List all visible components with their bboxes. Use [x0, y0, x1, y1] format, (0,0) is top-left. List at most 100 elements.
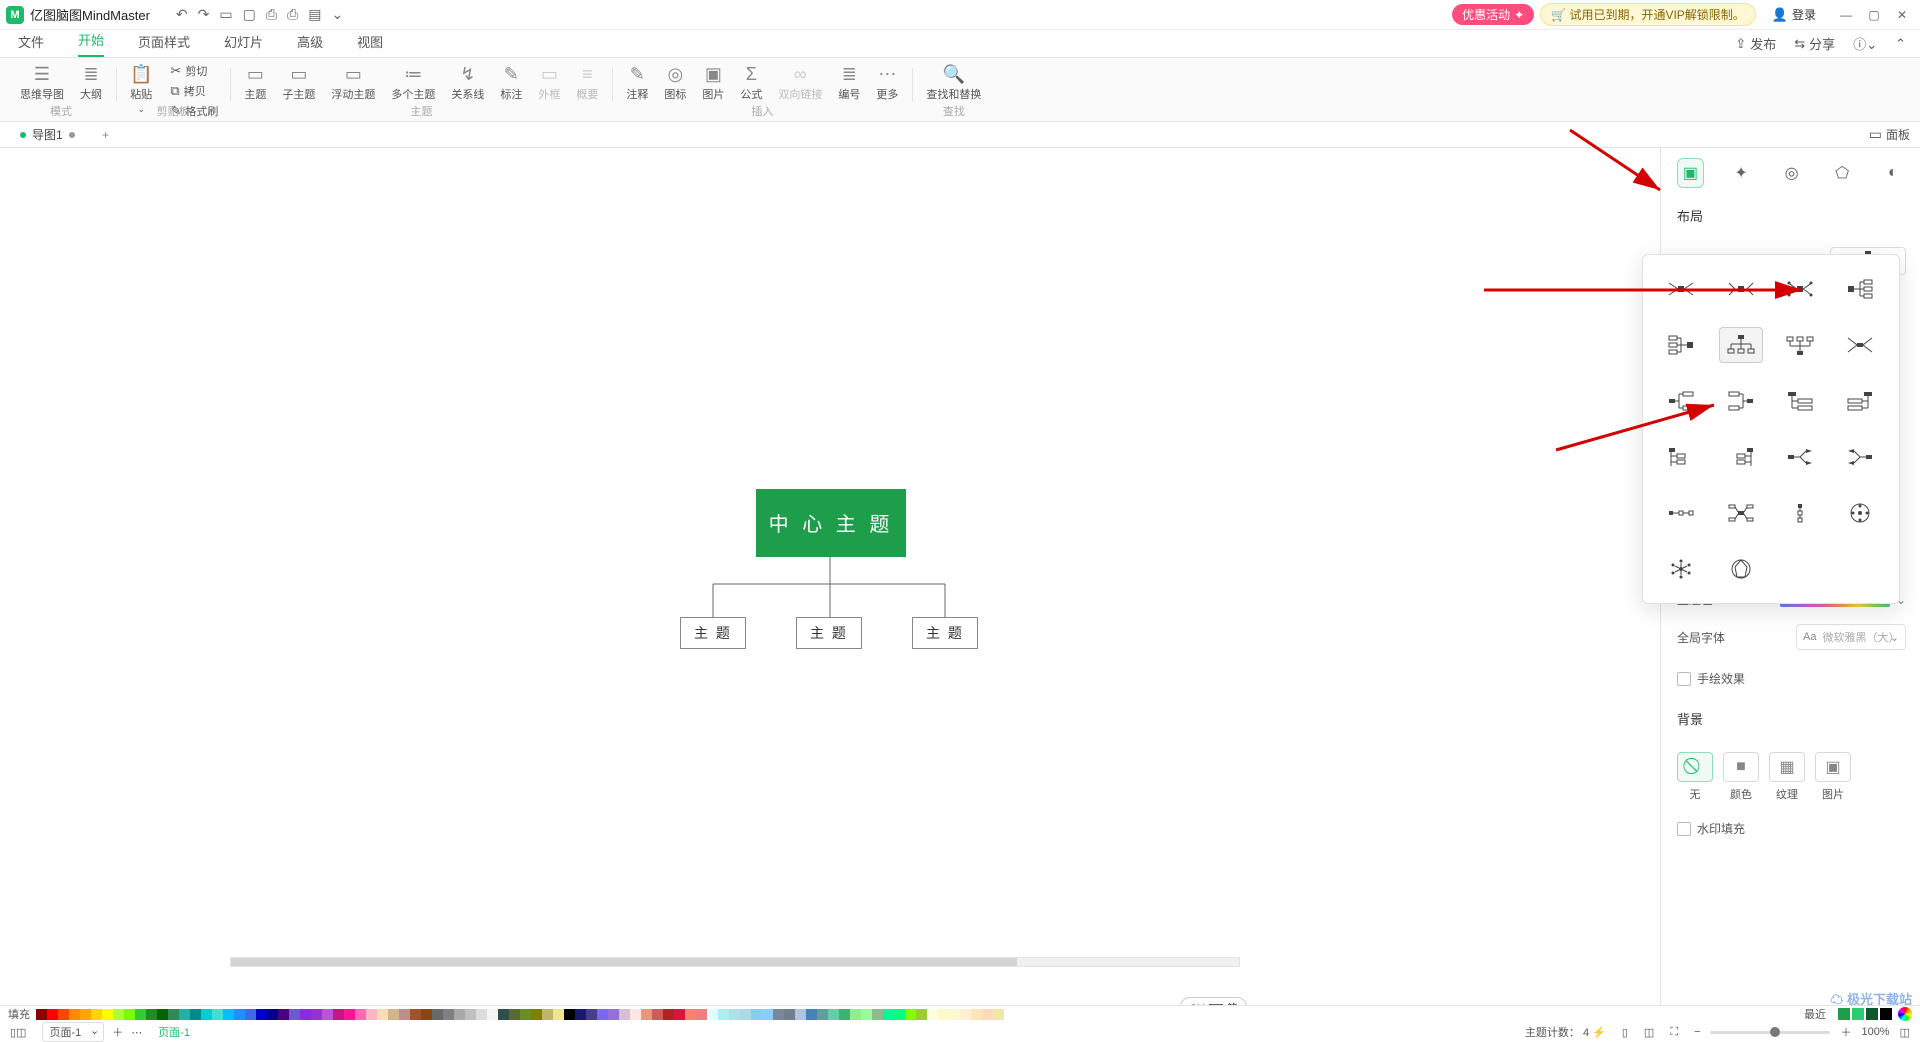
- swatch[interactable]: [850, 1009, 861, 1020]
- swatch[interactable]: [663, 1009, 674, 1020]
- promo-badge[interactable]: 优惠活动: [1452, 4, 1534, 25]
- swatch[interactable]: [421, 1009, 432, 1020]
- layout-option-18[interactable]: [1778, 495, 1822, 531]
- handdrawn-row[interactable]: 手绘效果: [1677, 670, 1906, 687]
- ribbon-图标[interactable]: ◎图标: [656, 62, 694, 104]
- swatch[interactable]: [47, 1009, 58, 1020]
- swatch[interactable]: [135, 1009, 146, 1020]
- page-more-icon[interactable]: ⋯: [131, 1026, 142, 1039]
- swatch[interactable]: [553, 1009, 564, 1020]
- swatch[interactable]: [36, 1009, 47, 1020]
- ribbon-大纲[interactable]: ≣大纲: [72, 62, 110, 104]
- layout-option-20[interactable]: [1659, 551, 1703, 587]
- save-icon[interactable]: ⎙: [266, 6, 277, 23]
- new-icon[interactable]: ▭: [219, 6, 232, 23]
- swatch[interactable]: [685, 1009, 696, 1020]
- swatch[interactable]: [531, 1009, 542, 1020]
- panel-toggle[interactable]: 面板: [1869, 126, 1910, 143]
- swatch[interactable]: [344, 1009, 355, 1020]
- swatch[interactable]: [278, 1009, 289, 1020]
- swatch[interactable]: [795, 1009, 806, 1020]
- ribbon-编号[interactable]: ≣编号: [830, 62, 868, 104]
- zoom-out-icon[interactable]: −: [1694, 1026, 1700, 1038]
- bg-option-颜色[interactable]: ■颜色: [1723, 752, 1759, 802]
- layout-option-14[interactable]: [1778, 439, 1822, 475]
- swatch[interactable]: [806, 1009, 817, 1020]
- swatch[interactable]: [80, 1009, 91, 1020]
- swatch[interactable]: [729, 1009, 740, 1020]
- recent-swatch[interactable]: [1852, 1008, 1864, 1020]
- swatch[interactable]: [861, 1009, 872, 1020]
- swatch[interactable]: [410, 1009, 421, 1020]
- swatch[interactable]: [289, 1009, 300, 1020]
- bg-option-无[interactable]: ⃠无: [1677, 752, 1713, 802]
- menu-pagestyle[interactable]: 页面样式: [138, 32, 190, 57]
- swatch[interactable]: [157, 1009, 168, 1020]
- layout-option-11[interactable]: [1838, 383, 1882, 419]
- swatch[interactable]: [432, 1009, 443, 1020]
- ribbon-子主题[interactable]: ▭子主题: [274, 62, 323, 104]
- layout-option-8[interactable]: [1659, 383, 1703, 419]
- swatch[interactable]: [586, 1009, 597, 1020]
- swatch[interactable]: [773, 1009, 784, 1020]
- swatch[interactable]: [542, 1009, 553, 1020]
- swatch[interactable]: [872, 1009, 883, 1020]
- swatch[interactable]: [905, 1009, 916, 1020]
- swatch[interactable]: [696, 1009, 707, 1020]
- hscroll-thumb[interactable]: [231, 958, 1017, 966]
- page-selector[interactable]: 页面-1 ＋ ⋯: [42, 1022, 142, 1042]
- swatch[interactable]: [58, 1009, 69, 1020]
- bg-option-纹理[interactable]: ▦纹理: [1769, 752, 1805, 802]
- ribbon-多个主题[interactable]: ≔多个主题: [383, 62, 443, 104]
- swatch[interactable]: [960, 1009, 971, 1020]
- swatch[interactable]: [256, 1009, 267, 1020]
- swatch[interactable]: [333, 1009, 344, 1020]
- fitpage-icon[interactable]: ◫: [1644, 1026, 1654, 1039]
- swatch[interactable]: [465, 1009, 476, 1020]
- global-font-select[interactable]: 微软雅黑（大）: [1796, 624, 1906, 650]
- share-button[interactable]: ⇆ 分享: [1794, 34, 1835, 53]
- menu-advanced[interactable]: 高级: [297, 32, 323, 57]
- swatch[interactable]: [564, 1009, 575, 1020]
- layout-option-9[interactable]: [1719, 383, 1763, 419]
- swatch[interactable]: [234, 1009, 245, 1020]
- handdrawn-checkbox[interactable]: [1677, 672, 1691, 686]
- layout-option-4[interactable]: [1659, 327, 1703, 363]
- page-tab[interactable]: 页面-1: [158, 1024, 190, 1040]
- swatch[interactable]: [355, 1009, 366, 1020]
- swatch[interactable]: [971, 1009, 982, 1020]
- swatch[interactable]: [828, 1009, 839, 1020]
- qat-more-icon[interactable]: ⌄: [332, 6, 344, 23]
- export-icon[interactable]: ▤: [308, 6, 321, 23]
- ribbon-注释[interactable]: ✎注释: [618, 62, 656, 104]
- layout-option-10[interactable]: [1778, 383, 1822, 419]
- swatch[interactable]: [223, 1009, 234, 1020]
- layout-option-2[interactable]: [1778, 271, 1822, 307]
- layout-option-21[interactable]: [1719, 551, 1763, 587]
- swatch[interactable]: [124, 1009, 135, 1020]
- layout-option-17[interactable]: [1719, 495, 1763, 531]
- swatch[interactable]: [311, 1009, 322, 1020]
- fullscreen-icon[interactable]: ⛶: [1670, 1026, 1678, 1039]
- swatch[interactable]: [927, 1009, 938, 1020]
- recent-swatch[interactable]: [1880, 1008, 1892, 1020]
- swatch[interactable]: [938, 1009, 949, 1020]
- layout-option-7[interactable]: [1838, 327, 1882, 363]
- ribbon-公式[interactable]: Σ公式: [732, 62, 770, 104]
- swatch[interactable]: [520, 1009, 531, 1020]
- ribbon-图片[interactable]: ▣图片: [694, 62, 732, 104]
- layout-option-1[interactable]: [1719, 271, 1763, 307]
- swatch[interactable]: [509, 1009, 520, 1020]
- sub-topic-2[interactable]: 主 题: [796, 617, 862, 649]
- page-dropdown[interactable]: 页面-1: [42, 1022, 104, 1042]
- sub-topic-1[interactable]: 主 题: [680, 617, 746, 649]
- swatch[interactable]: [993, 1009, 1004, 1020]
- layout-option-12[interactable]: [1659, 439, 1703, 475]
- minimize-icon[interactable]: —: [1834, 3, 1858, 27]
- layout-option-0[interactable]: [1659, 271, 1703, 307]
- swatch[interactable]: [212, 1009, 223, 1020]
- ribbon-浮动主题[interactable]: ▭浮动主题: [323, 62, 383, 104]
- swatch[interactable]: [982, 1009, 993, 1020]
- help-button[interactable]: ⓘ⌄: [1853, 34, 1877, 53]
- swatch[interactable]: [839, 1009, 850, 1020]
